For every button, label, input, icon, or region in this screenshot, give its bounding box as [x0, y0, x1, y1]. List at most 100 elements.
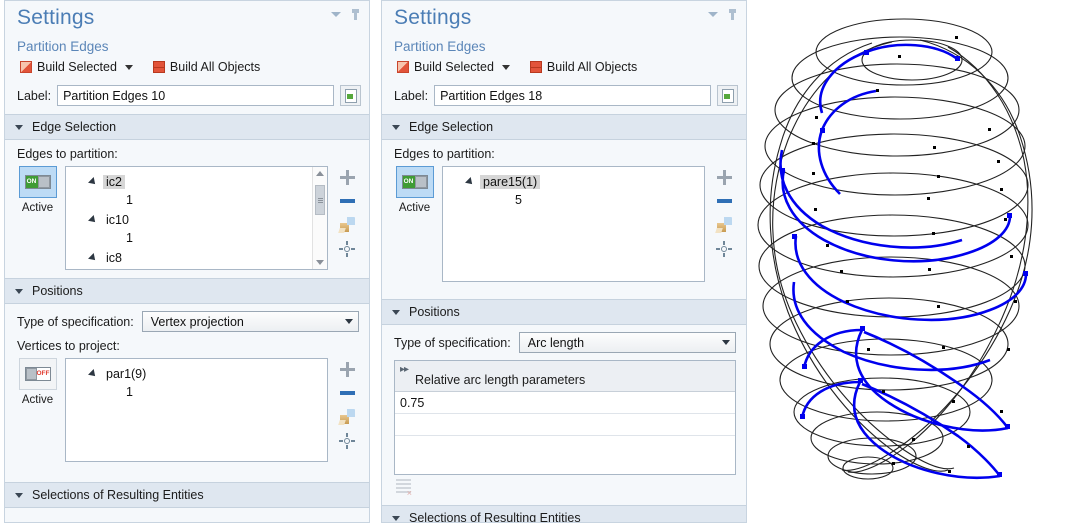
- label-input[interactable]: [57, 85, 334, 106]
- arc-length-table[interactable]: ▸▸ Relative arc length parameters 0.75: [394, 360, 736, 475]
- label-row: Label:: [5, 81, 369, 114]
- chevron-down-icon[interactable]: [125, 65, 133, 70]
- add-to-selection-icon[interactable]: [339, 169, 355, 185]
- active-label: Active: [399, 202, 430, 214]
- tree-node[interactable]: par1(9): [66, 364, 327, 383]
- active-toggle-button[interactable]: ON: [19, 166, 57, 198]
- remove-from-selection-icon[interactable]: [339, 385, 355, 401]
- section-header-edge-selection[interactable]: Edge Selection: [382, 114, 746, 140]
- remove-from-selection-icon[interactable]: [716, 193, 732, 209]
- table-empty-area[interactable]: [395, 436, 735, 474]
- expand-arrow-icon[interactable]: [88, 253, 98, 263]
- scroll-up-icon[interactable]: [313, 167, 327, 180]
- build-all-objects-label: Build All Objects: [170, 60, 260, 74]
- scroll-down-icon[interactable]: [313, 256, 327, 269]
- tree-child-label[interactable]: 1: [66, 229, 327, 248]
- build-all-objects-icon: [153, 61, 165, 73]
- tree-node-label: par1(9): [103, 367, 149, 381]
- toggle-on-text: ON: [26, 176, 38, 188]
- expand-arrow-icon[interactable]: [88, 177, 98, 187]
- vertices-to-project-listbox[interactable]: par1(9) 1: [65, 358, 328, 462]
- tree-child-label[interactable]: 5: [443, 191, 704, 210]
- label-input[interactable]: [434, 85, 711, 106]
- add-to-selection-icon[interactable]: [339, 361, 355, 377]
- active-toggle-button[interactable]: OFF: [19, 358, 57, 390]
- selection-tools: [712, 166, 736, 257]
- paintbrush-select-icon[interactable]: [339, 409, 355, 425]
- table-row[interactable]: [395, 414, 735, 436]
- zoom-to-selection-icon[interactable]: [716, 241, 732, 257]
- panel-subtitle: Partition Edges: [382, 39, 746, 56]
- tree-node[interactable]: ic2: [66, 172, 327, 191]
- section-title: Positions: [32, 284, 83, 298]
- section-header-selections-of-resulting-entities[interactable]: Selections of Resulting Entities: [382, 505, 746, 523]
- tree-child-label[interactable]: 1: [66, 267, 327, 270]
- section-title: Positions: [409, 305, 460, 319]
- edges-to-partition-listbox[interactable]: pare15(1) 5: [442, 166, 705, 282]
- build-all-objects-button[interactable]: Build All Objects: [527, 59, 640, 75]
- label-caption: Label:: [394, 89, 428, 103]
- spacer: [5, 470, 369, 482]
- chevron-down-icon[interactable]: [330, 9, 341, 20]
- tree-node[interactable]: ic8: [66, 248, 327, 267]
- scrollbar-thumb[interactable]: [315, 185, 325, 215]
- build-all-objects-button[interactable]: Build All Objects: [150, 59, 263, 75]
- build-selected-button[interactable]: Build Selected: [17, 59, 136, 75]
- expand-arrow-icon[interactable]: [465, 177, 475, 187]
- section-header-positions[interactable]: Positions: [5, 278, 369, 304]
- chevron-down-icon[interactable]: [707, 9, 718, 20]
- section-header-edge-selection[interactable]: Edge Selection: [5, 114, 369, 140]
- section-header-positions[interactable]: Positions: [382, 299, 746, 325]
- expand-arrow-icon[interactable]: [88, 369, 98, 379]
- vertical-scrollbar[interactable]: [312, 167, 327, 269]
- build-selected-label: Build Selected: [414, 60, 494, 74]
- remove-from-selection-icon[interactable]: [339, 193, 355, 209]
- tree-node[interactable]: pare15(1): [443, 172, 704, 191]
- selection-tools: [335, 166, 359, 257]
- tree-node[interactable]: ic10: [66, 210, 327, 229]
- table-grip-icon: ▸▸: [400, 364, 408, 375]
- add-to-selection-icon[interactable]: [716, 169, 732, 185]
- toggle-on-text: ON: [403, 176, 415, 188]
- chevron-down-icon[interactable]: [502, 65, 510, 70]
- section-title: Edge Selection: [32, 120, 116, 134]
- zoom-to-selection-icon[interactable]: [339, 433, 355, 449]
- tree-node-label: ic10: [103, 213, 132, 227]
- edges-to-partition-listbox[interactable]: ic2 1 ic10 1 ic8 1: [65, 166, 328, 270]
- clear-table-icon[interactable]: [396, 479, 411, 494]
- toggle-switch-on-icon: ON: [25, 175, 51, 189]
- paintbrush-select-icon[interactable]: [339, 217, 355, 233]
- pin-icon[interactable]: [727, 9, 738, 20]
- type-of-specification-dropdown[interactable]: Arc length: [519, 332, 736, 353]
- panel-bottom-filler: [5, 508, 369, 523]
- tree-node-label: pare15(1): [480, 175, 540, 189]
- tree-node-label: ic2: [103, 175, 125, 189]
- expand-arrow-icon[interactable]: [88, 215, 98, 225]
- section-header-selections-of-resulting-entities[interactable]: Selections of Resulting Entities: [5, 482, 369, 508]
- build-all-objects-label: Build All Objects: [547, 60, 637, 74]
- active-toggle-button[interactable]: ON: [396, 166, 434, 198]
- build-selected-icon: [20, 61, 32, 73]
- pin-icon[interactable]: [350, 9, 361, 20]
- chevron-down-icon[interactable]: [340, 312, 358, 331]
- edges-to-partition-caption: Edges to partition:: [17, 147, 359, 161]
- active-toggle-group: ON Active: [394, 166, 435, 214]
- chevron-down-icon[interactable]: [717, 333, 735, 352]
- table-row[interactable]: 0.75: [395, 392, 735, 414]
- settings-panel-partition-edges-10: Settings Partition Edges Build Selected …: [4, 0, 370, 523]
- vertices-to-project-caption: Vertices to project:: [17, 339, 359, 353]
- zoom-to-selection-icon[interactable]: [339, 241, 355, 257]
- table-footer-toolbar: [394, 475, 736, 497]
- tree-child-label[interactable]: 1: [66, 191, 327, 210]
- type-of-specification-caption: Type of specification:: [17, 315, 134, 329]
- edit-label-icon[interactable]: [340, 85, 361, 106]
- triangle-down-icon: [15, 493, 23, 498]
- edit-label-icon[interactable]: [717, 85, 738, 106]
- tree-child-label[interactable]: 1: [66, 383, 327, 402]
- paintbrush-select-icon[interactable]: [716, 217, 732, 233]
- build-selected-button[interactable]: Build Selected: [394, 59, 513, 75]
- active-label: Active: [22, 202, 53, 214]
- build-all-objects-icon: [530, 61, 542, 73]
- type-of-specification-dropdown[interactable]: Vertex projection: [142, 311, 359, 332]
- 3d-geometry-view[interactable]: [752, 0, 1080, 523]
